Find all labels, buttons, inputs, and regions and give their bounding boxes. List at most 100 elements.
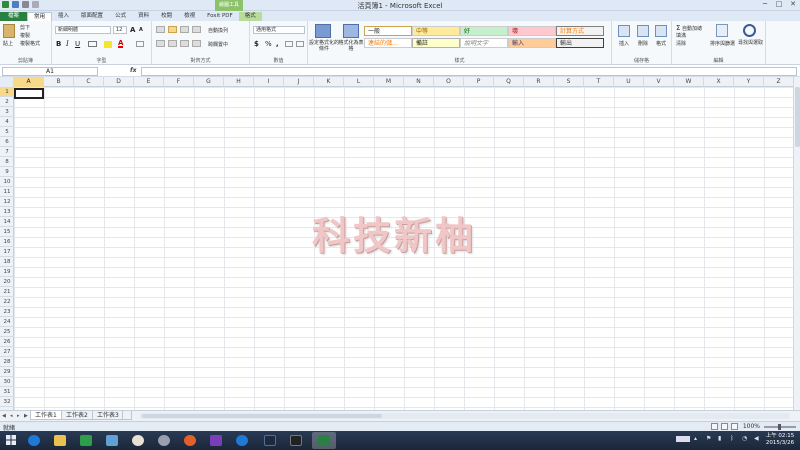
currency-button[interactable]: $ xyxy=(254,40,259,48)
wifi-icon[interactable]: ◔ xyxy=(742,435,750,443)
maximize-button[interactable]: □ xyxy=(772,0,786,10)
bold-button[interactable]: B xyxy=(56,40,61,48)
number-format-field[interactable]: 通用格式 xyxy=(253,26,305,34)
column-header-h[interactable]: H xyxy=(224,77,254,87)
minimize-button[interactable]: ─ xyxy=(758,0,772,10)
column-header-n[interactable]: N xyxy=(404,77,434,87)
column-header-w[interactable]: W xyxy=(674,77,704,87)
column-header-d[interactable]: D xyxy=(104,77,134,87)
tab-foxit-pdf[interactable]: Foxit PDF xyxy=(201,12,239,21)
row-header-28[interactable]: 28 xyxy=(0,357,14,367)
row-header-26[interactable]: 26 xyxy=(0,337,14,347)
phonetic-icon[interactable] xyxy=(136,41,144,47)
taskbar-file-explorer[interactable] xyxy=(48,432,72,449)
first-sheet-button[interactable]: ◀ xyxy=(2,413,6,419)
style-explanatory[interactable]: 說明文字 xyxy=(460,38,508,48)
insert-cells-icon[interactable] xyxy=(618,25,630,37)
row-header-31[interactable]: 31 xyxy=(0,387,14,397)
column-header-l[interactable]: L xyxy=(344,77,374,87)
format-cells-icon[interactable] xyxy=(655,25,667,37)
align-left-icon[interactable] xyxy=(156,40,165,47)
wrap-text-button[interactable]: 自動換列 xyxy=(208,27,228,34)
normal-view-button[interactable] xyxy=(711,423,718,430)
bluetooth-icon[interactable]: ᛒ xyxy=(730,435,738,443)
taskbar-settings[interactable] xyxy=(204,432,228,449)
column-header-k[interactable]: K xyxy=(314,77,344,87)
column-header-t[interactable]: T xyxy=(584,77,614,87)
tab-format[interactable]: 格式 xyxy=(238,12,262,21)
row-header-11[interactable]: 11 xyxy=(0,187,14,197)
column-header-j[interactable]: J xyxy=(284,77,314,87)
tab-page-layout[interactable]: 版面配置 xyxy=(75,12,109,21)
page-layout-view-button[interactable] xyxy=(721,423,728,430)
row-header-14[interactable]: 14 xyxy=(0,217,14,227)
copy-button[interactable]: 複製 xyxy=(20,32,30,39)
cut-button[interactable]: 剪下 xyxy=(20,24,30,31)
column-header-c[interactable]: C xyxy=(74,77,104,87)
sheet-tab-3[interactable]: 工作表3 xyxy=(92,411,124,420)
taskbar-paint[interactable] xyxy=(126,432,150,449)
taskbar-remote-desktop[interactable] xyxy=(100,432,124,449)
style-note[interactable]: 備註 xyxy=(412,38,460,48)
row-header-6[interactable]: 6 xyxy=(0,137,14,147)
flag-icon[interactable]: ⚑ xyxy=(706,435,714,443)
column-header-m[interactable]: M xyxy=(374,77,404,87)
conditional-format-button[interactable]: 設定格式化的條件 xyxy=(309,40,339,52)
insert-function-icon[interactable]: fx xyxy=(130,67,136,74)
style-bad[interactable]: 壞 xyxy=(508,26,556,36)
borders-icon[interactable] xyxy=(88,41,97,47)
delete-cells-button[interactable]: 刪除 xyxy=(638,40,648,47)
column-header-u[interactable]: U xyxy=(614,77,644,87)
zoom-level[interactable]: 100% xyxy=(743,423,760,430)
tab-view[interactable]: 檢視 xyxy=(178,12,201,21)
row-header-24[interactable]: 24 xyxy=(0,317,14,327)
conditional-format-icon[interactable] xyxy=(315,24,331,38)
indent-icon[interactable] xyxy=(192,40,201,47)
row-header-18[interactable]: 18 xyxy=(0,257,14,267)
zoom-slider-knob[interactable] xyxy=(778,424,781,430)
taskbar-excel[interactable] xyxy=(312,432,336,449)
tab-home[interactable]: 常用 xyxy=(27,12,53,21)
row-header-3[interactable]: 3 xyxy=(0,107,14,117)
row-header-16[interactable]: 16 xyxy=(0,237,14,247)
new-sheet-icon[interactable] xyxy=(122,411,132,420)
row-header-30[interactable]: 30 xyxy=(0,377,14,387)
formula-input[interactable] xyxy=(141,67,797,76)
network-icon[interactable]: ▮ xyxy=(718,435,726,443)
column-header-r[interactable]: R xyxy=(524,77,554,87)
paste-button[interactable]: 貼上 xyxy=(3,40,13,47)
taskbar-clock[interactable]: 上午 02:15 2015/3/26 xyxy=(763,433,797,447)
row-header-23[interactable]: 23 xyxy=(0,307,14,317)
tray-expand-icon[interactable]: ▴ xyxy=(694,435,702,443)
increase-decimal-icon[interactable] xyxy=(285,41,293,47)
sort-filter-button[interactable]: 排序與篩選 xyxy=(710,40,735,47)
keyboard-icon[interactable] xyxy=(676,436,690,442)
column-header-s[interactable]: S xyxy=(554,77,584,87)
delete-cells-icon[interactable] xyxy=(637,25,649,37)
active-cell[interactable] xyxy=(14,88,44,99)
row-header-21[interactable]: 21 xyxy=(0,287,14,297)
find-select-icon[interactable] xyxy=(743,24,756,37)
format-cells-button[interactable]: 格式 xyxy=(656,40,666,47)
font-name-field[interactable]: 新細明體 xyxy=(55,26,111,34)
sheet-tab-2[interactable]: 工作表2 xyxy=(61,411,93,420)
clear-button[interactable]: 清除 xyxy=(676,40,686,47)
grow-font-button[interactable]: A xyxy=(130,26,135,34)
row-header-13[interactable]: 13 xyxy=(0,207,14,217)
format-painter-button[interactable]: 複製格式 xyxy=(20,40,40,47)
style-neutral[interactable]: 中等 xyxy=(412,26,460,36)
orientation-icon[interactable] xyxy=(192,26,201,33)
format-as-table-icon[interactable] xyxy=(343,24,359,38)
zoom-slider[interactable] xyxy=(764,424,796,430)
column-header-f[interactable]: F xyxy=(164,77,194,87)
taskbar-media-player[interactable] xyxy=(178,432,202,449)
column-header-x[interactable]: X xyxy=(704,77,734,87)
comma-button[interactable]: , xyxy=(276,40,279,48)
decrease-decimal-icon[interactable] xyxy=(296,41,304,47)
row-header-20[interactable]: 20 xyxy=(0,277,14,287)
row-header-1[interactable]: 1 xyxy=(0,87,14,97)
name-box[interactable]: A1 xyxy=(2,67,98,76)
start-button-icon[interactable] xyxy=(2,432,20,449)
align-right-icon[interactable] xyxy=(180,40,189,47)
tab-formulas[interactable]: 公式 xyxy=(109,12,132,21)
